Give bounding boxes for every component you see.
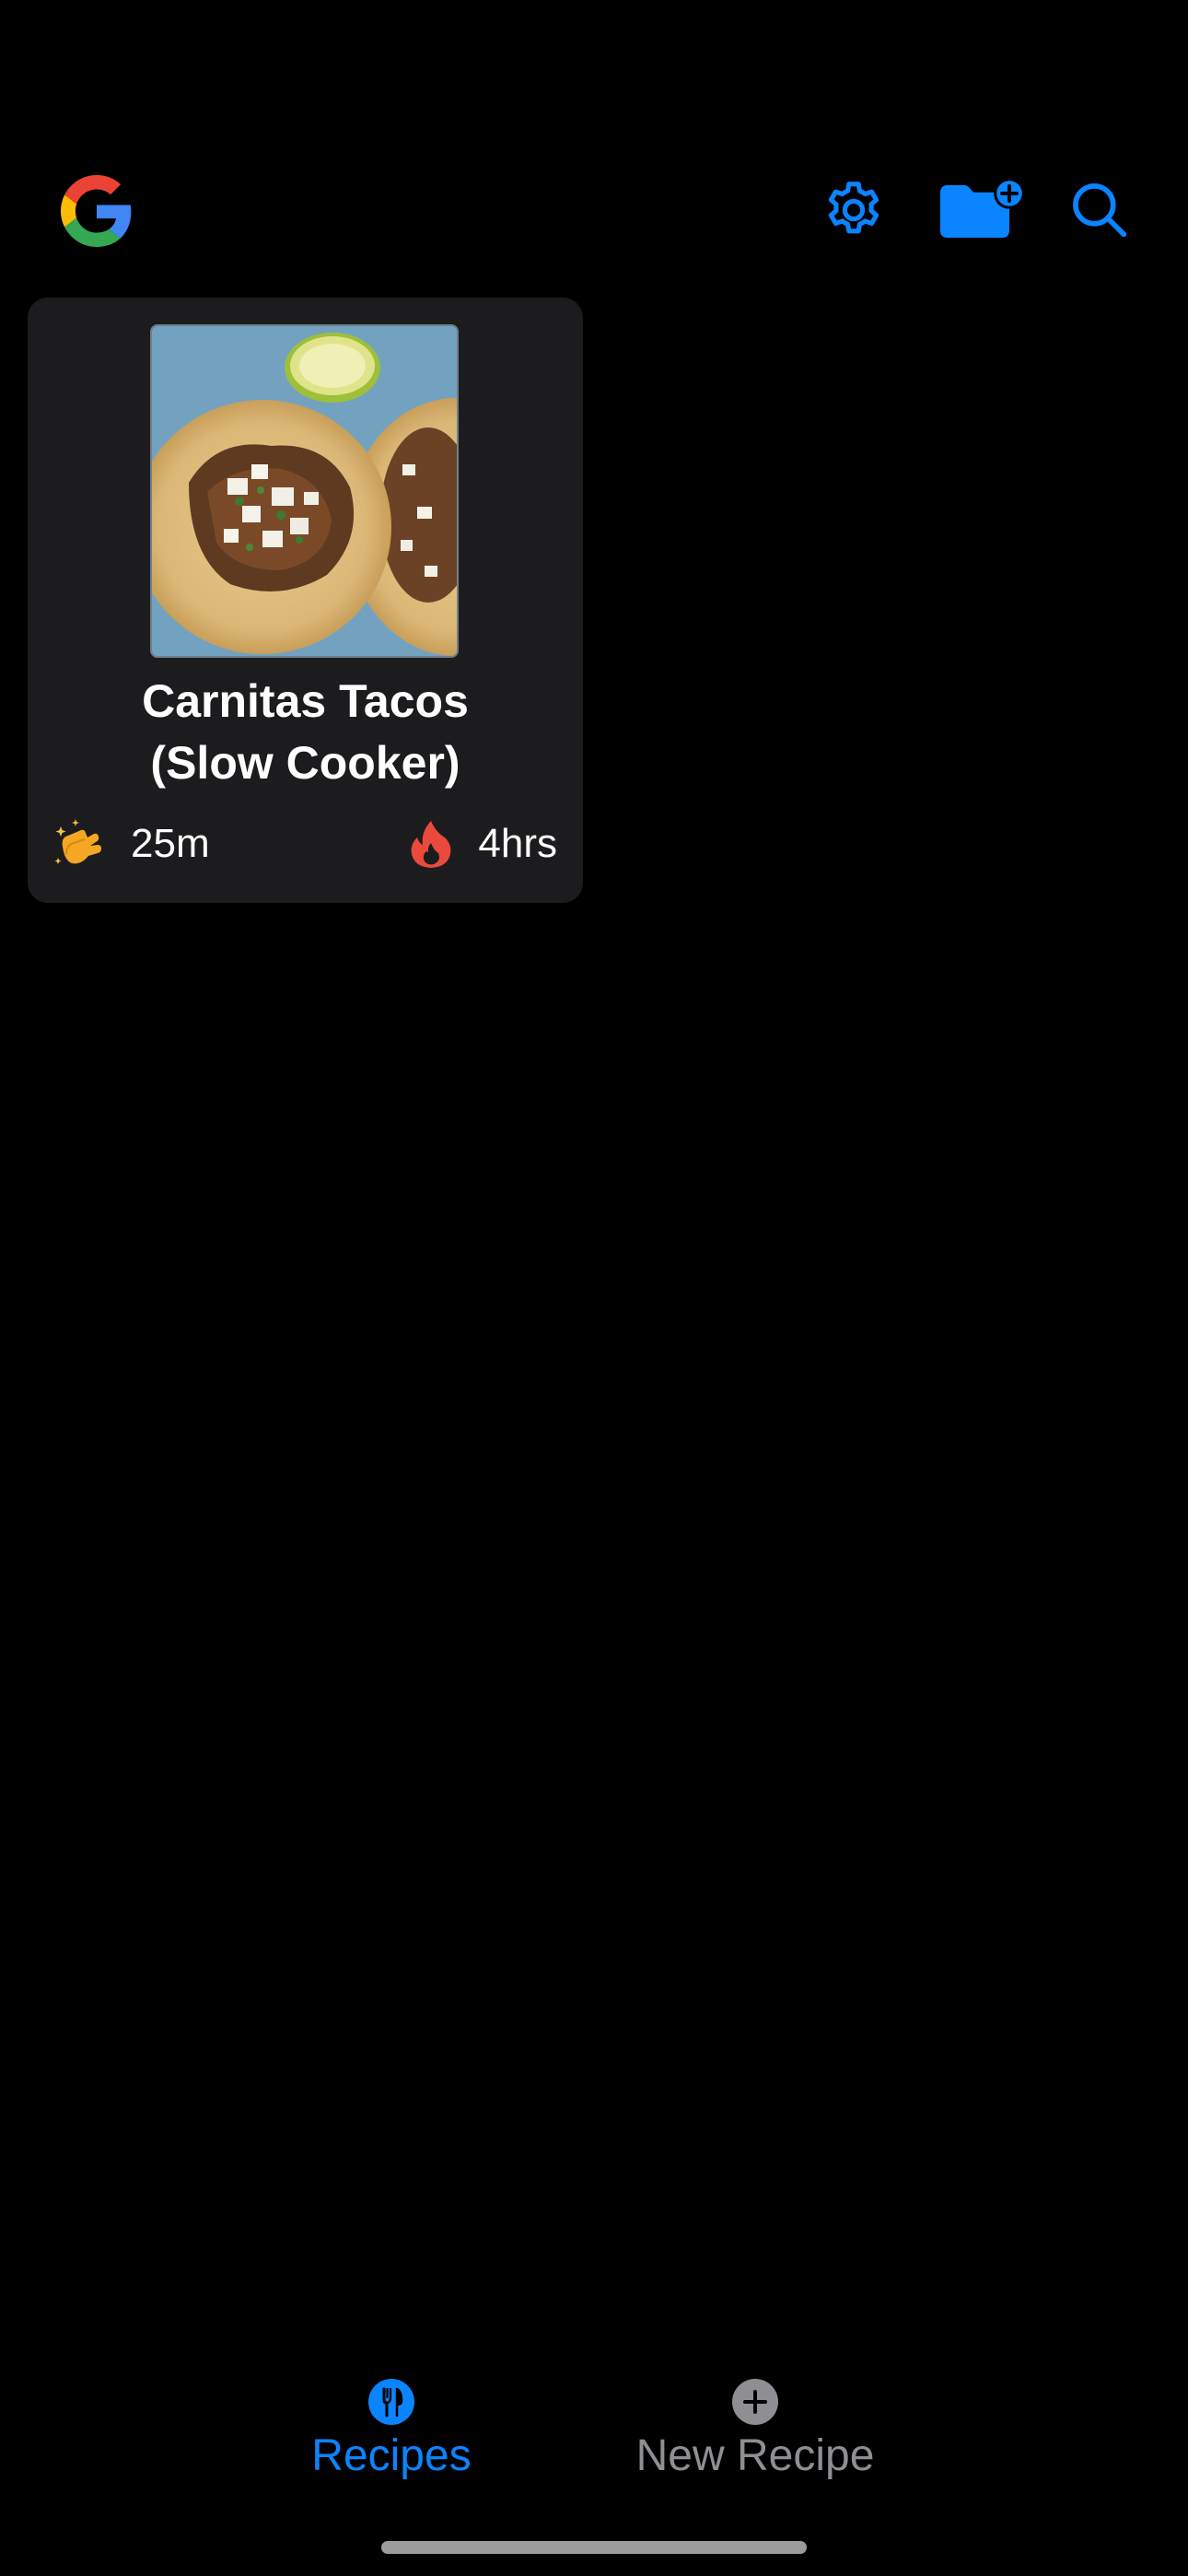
tab-bar: Recipes New Recipe	[0, 2368, 1188, 2488]
tab-new-recipe-label: New Recipe	[635, 2431, 875, 2480]
fork-knife-icon	[368, 2379, 414, 2425]
recipe-title-line-1: Carnitas Tacos	[142, 675, 469, 727]
recipe-title: Carnitas Tacos (Slow Cooker)	[46, 671, 565, 794]
fire-icon	[404, 817, 458, 871]
prep-time-value: 25m	[131, 821, 210, 866]
tab-recipes-label: Recipes	[311, 2431, 472, 2480]
new-folder-button[interactable]	[936, 173, 1028, 251]
gear-icon	[821, 177, 887, 248]
prep-time: 25m	[53, 816, 210, 872]
folder-plus-icon	[938, 177, 1026, 248]
tab-recipes[interactable]: Recipes	[276, 2379, 507, 2482]
google-logo[interactable]	[61, 175, 133, 247]
recipe-photo	[150, 324, 459, 658]
clapping-hands-icon	[53, 817, 107, 871]
recipe-card[interactable]: Carnitas Tacos (Slow Cooker) 25m 4hrs	[28, 298, 583, 903]
search-icon	[1068, 179, 1131, 246]
search-button[interactable]	[1061, 173, 1138, 251]
recipe-meta: 25m 4hrs	[53, 816, 557, 872]
cook-time: 4hrs	[404, 816, 557, 872]
top-bar	[0, 166, 1188, 258]
settings-button[interactable]	[814, 173, 893, 251]
tab-new-recipe[interactable]: New Recipe	[608, 2379, 903, 2482]
home-indicator[interactable]	[381, 2541, 807, 2554]
plus-circle-icon	[732, 2379, 778, 2425]
recipe-title-line-2: (Slow Cooker)	[150, 737, 460, 789]
cook-time-value: 4hrs	[478, 821, 557, 866]
